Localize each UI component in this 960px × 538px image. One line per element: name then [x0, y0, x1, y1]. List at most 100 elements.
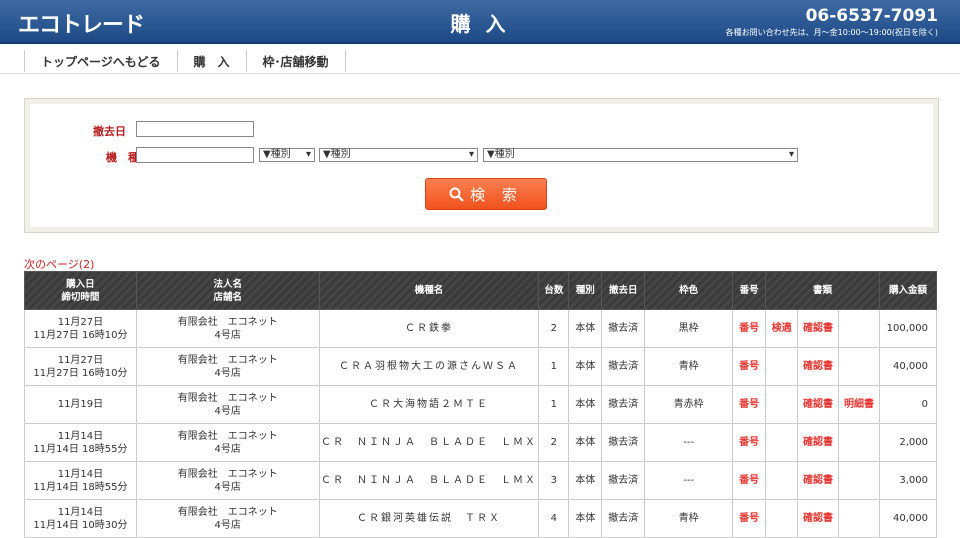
header-number: 番号 [732, 271, 767, 310]
row-number-link[interactable]: 番号 [732, 385, 767, 424]
row-corporation-cell: 有限会社 エコネット 4号店 [135, 309, 320, 348]
search-button-label: 検 索 [470, 185, 523, 204]
row-number-link[interactable]: 番号 [732, 461, 767, 500]
type-select-2-value: ▼種別 [323, 149, 351, 160]
header-documents: 書類 [765, 271, 880, 310]
row-deadline: 11月27日 16時10分 [33, 367, 128, 379]
header-corporation: 法人名 店舗名 [135, 271, 320, 310]
table-body: 11月27日 11月27日 16時10分 有限会社 エコネット 4号店 ＣＲ鉄拳 2 本体撤… [24, 309, 938, 538]
row-date: 11月14日 [57, 468, 104, 480]
header-store-label: 店舗名 [213, 291, 242, 303]
table-row: 11月27日 11月27日 16時10分 有限会社 エコネット 4号店 ＣＲＡ羽根物大工… [24, 347, 938, 386]
row-store: 4号店 [214, 443, 241, 455]
row-corporation: 有限会社 エコネット [177, 354, 278, 366]
table-row: 11月14日 11月14日 18時55分 有限会社 エコネット 4号店 ＣＲ ＮＩＮＪＡ… [24, 461, 938, 500]
row-number-link[interactable]: 番号 [732, 309, 767, 348]
row-amount: 40,000 [878, 499, 938, 538]
row-store: 4号店 [214, 367, 241, 379]
phone-number: 06-6537-7091 [805, 6, 938, 26]
nav-top-page[interactable]: トップページへもどる [24, 50, 177, 72]
header-type: 種別 [568, 271, 603, 310]
row-number-link[interactable]: 番号 [732, 423, 767, 462]
main-nav: トップページへもどる 購 入 枠･店舗移動 [24, 50, 346, 72]
row-number-link[interactable]: 番号 [732, 347, 767, 386]
row-type: 本体 [568, 385, 603, 424]
type-select-3-value: ▼種別 [487, 149, 515, 160]
row-date: 11月19日 [57, 399, 104, 410]
row-type: 本体 [568, 347, 603, 386]
row-confirmation-link[interactable]: 確認書 [797, 347, 840, 386]
type-select-3[interactable]: ▼種別 ▾ [483, 148, 798, 162]
row-date: 11月14日 [57, 506, 104, 518]
row-frame-color: 青枠 [644, 347, 734, 386]
row-frame-color: 青枠 [644, 499, 734, 538]
row-inspection-link[interactable]: 検適 [765, 309, 799, 348]
table-row: 11月19日 有限会社 エコネット 4号店 ＣＲ大海物語２ＭＴＥ 1 本体 撤去済 青赤枠 番号… [24, 385, 938, 424]
row-corporation-cell: 有限会社 エコネット 4号店 [135, 499, 320, 538]
row-corporation: 有限会社 エコネット [177, 506, 278, 518]
row-removal-status: 撤去済 [601, 461, 646, 500]
nav-purchase[interactable]: 購 入 [176, 50, 246, 72]
row-number-link[interactable]: 番号 [732, 499, 767, 538]
row-corporation: 有限会社 エコネット [177, 392, 278, 404]
row-store: 4号店 [214, 481, 241, 493]
row-corporation: 有限会社 エコネット [177, 430, 278, 442]
removal-date-label: 撤去日 [93, 125, 126, 138]
row-quantity: 3 [538, 461, 570, 500]
row-removal-status: 撤去済 [601, 309, 646, 348]
table-row: 11月27日 11月27日 16時10分 有限会社 エコネット 4号店 ＣＲ鉄拳 2 本体撤… [24, 309, 938, 348]
row-amount: 3,000 [878, 461, 938, 500]
chevron-down-icon: ▾ [788, 149, 794, 160]
row-removal-status: 撤去済 [601, 499, 646, 538]
row-date-cell: 11月14日 11月14日 18時55分 [24, 461, 137, 500]
model-name-input[interactable] [136, 147, 254, 163]
row-inspection-link [765, 385, 799, 424]
row-date: 11月27日 [57, 354, 104, 366]
header-removal-date: 撤去日 [601, 271, 646, 310]
table-row: 11月14日 11月14日 10時30分 有限会社 エコネット 4号店 ＣＲ銀河英雄伝説… [24, 499, 938, 538]
row-confirmation-link[interactable]: 確認書 [797, 499, 840, 538]
removal-date-input[interactable] [136, 121, 254, 137]
search-icon [449, 187, 464, 202]
row-date-cell: 11月14日 11月14日 10時30分 [24, 499, 137, 538]
row-date-cell: 11月27日 11月27日 16時10分 [24, 347, 137, 386]
row-store: 4号店 [214, 405, 241, 417]
row-deadline: 11月14日 10時30分 [33, 519, 128, 531]
row-inspection-link [765, 461, 799, 500]
header-corp-label: 法人名 [213, 278, 242, 290]
row-model: ＣＲ大海物語２ＭＴＥ [318, 385, 540, 424]
table-header-row: 購入日 締切時間 法人名 店舗名 機種名 台数 種別 撤去日 枠色 番号 書類 購入… [24, 271, 938, 310]
type-select-1[interactable]: ▼種別 ▾ [259, 148, 315, 162]
row-inspection-link [765, 347, 799, 386]
row-date-cell: 11月27日 11月27日 16時10分 [24, 309, 137, 348]
chevron-down-icon: ▾ [305, 149, 311, 160]
row-frame-color: 黒枠 [644, 309, 734, 348]
row-statement-link [838, 461, 880, 500]
row-store: 4号店 [214, 519, 241, 531]
model-label: 機 種 [106, 151, 139, 164]
header: エコトレード 購 入 06-6537-7091 各種お問い合わせ先は、月～金10… [0, 0, 960, 44]
row-confirmation-link[interactable]: 確認書 [797, 385, 840, 424]
row-type: 本体 [568, 499, 603, 538]
row-confirmation-link[interactable]: 確認書 [797, 309, 840, 348]
row-inspection-link [765, 423, 799, 462]
type-select-2[interactable]: ▼種別 ▾ [319, 148, 478, 162]
row-quantity: 1 [538, 385, 570, 424]
row-quantity: 2 [538, 309, 570, 348]
row-statement-link[interactable]: 明細書 [838, 385, 880, 424]
search-button[interactable]: 検 索 [425, 178, 547, 210]
nav-divider [0, 73, 960, 74]
row-deadline: 11月27日 16時10分 [33, 329, 128, 341]
row-removal-status: 撤去済 [601, 423, 646, 462]
row-quantity: 1 [538, 347, 570, 386]
row-confirmation-link[interactable]: 確認書 [797, 461, 840, 500]
row-model: ＣＲ鉄拳 [318, 309, 540, 348]
table-row: 11月14日 11月14日 18時55分 有限会社 エコネット 4号店 ＣＲ ＮＩＮＪＡ… [24, 423, 938, 462]
nav-frame-store-move[interactable]: 枠･店舗移動 [245, 50, 346, 72]
row-frame-color: --- [644, 423, 734, 462]
next-page-link[interactable]: 次のページ(2) [24, 256, 94, 272]
row-date-cell: 11月19日 [24, 385, 137, 424]
row-corporation-cell: 有限会社 エコネット 4号店 [135, 347, 320, 386]
row-model: ＣＲ ＮＩＮＪＡ ＢＬＡＤＥ ＬＭＸ [318, 423, 540, 462]
row-confirmation-link[interactable]: 確認書 [797, 423, 840, 462]
